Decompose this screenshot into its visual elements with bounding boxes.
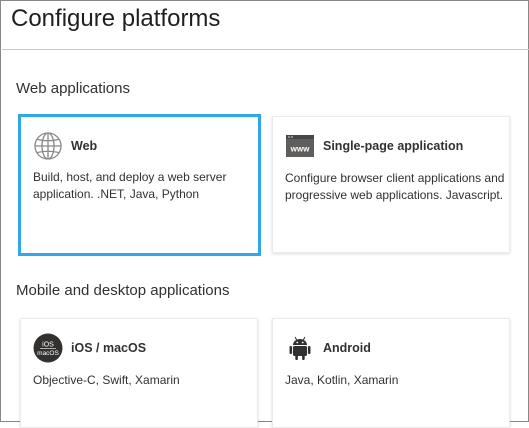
title-divider: [2, 49, 529, 50]
card-header: Web: [33, 131, 97, 161]
macos-icon-text: macOS: [37, 350, 59, 357]
platform-card-single-page-application[interactable]: www Single-page application Configure br…: [272, 116, 510, 253]
section-label-web-applications: Web applications: [16, 80, 130, 97]
www-icon-text: www: [290, 145, 310, 154]
ios-macos-icon: iOS macOS: [33, 333, 63, 363]
card-title: iOS / macOS: [71, 341, 147, 355]
card-description: Build, host, and deploy a web server app…: [33, 170, 227, 201]
www-icon: www: [285, 131, 315, 161]
platform-card-android[interactable]: Android Java, Kotlin, Xamarin: [272, 318, 510, 428]
card-header: iOS macOS iOS / macOS: [33, 333, 146, 363]
card-title: Web: [71, 139, 98, 153]
card-description: Objective-C, Swift, Xamarin: [33, 373, 180, 387]
card-description: Java, Kotlin, Xamarin: [285, 373, 399, 387]
android-icon: [285, 333, 315, 363]
page-title: Configure platforms: [11, 5, 221, 32]
card-title: Android: [323, 341, 371, 355]
configure-platforms-panel: Configure platforms Web applications Web: [0, 0, 529, 428]
card-header: www Single-page application: [285, 131, 463, 161]
card-description: Configure browser client applications an…: [285, 171, 505, 202]
card-header: Android: [285, 333, 371, 363]
platform-card-web[interactable]: Web Build, host, and deploy a web server…: [18, 114, 261, 256]
platform-card-ios-macos[interactable]: iOS macOS iOS / macOS Objective-C, Swift…: [20, 318, 258, 428]
section-label-mobile-desktop: Mobile and desktop applications: [16, 282, 230, 299]
ios-icon-text: iOS: [42, 342, 54, 349]
card-title: Single-page application: [323, 139, 464, 153]
globe-icon: [33, 131, 63, 161]
